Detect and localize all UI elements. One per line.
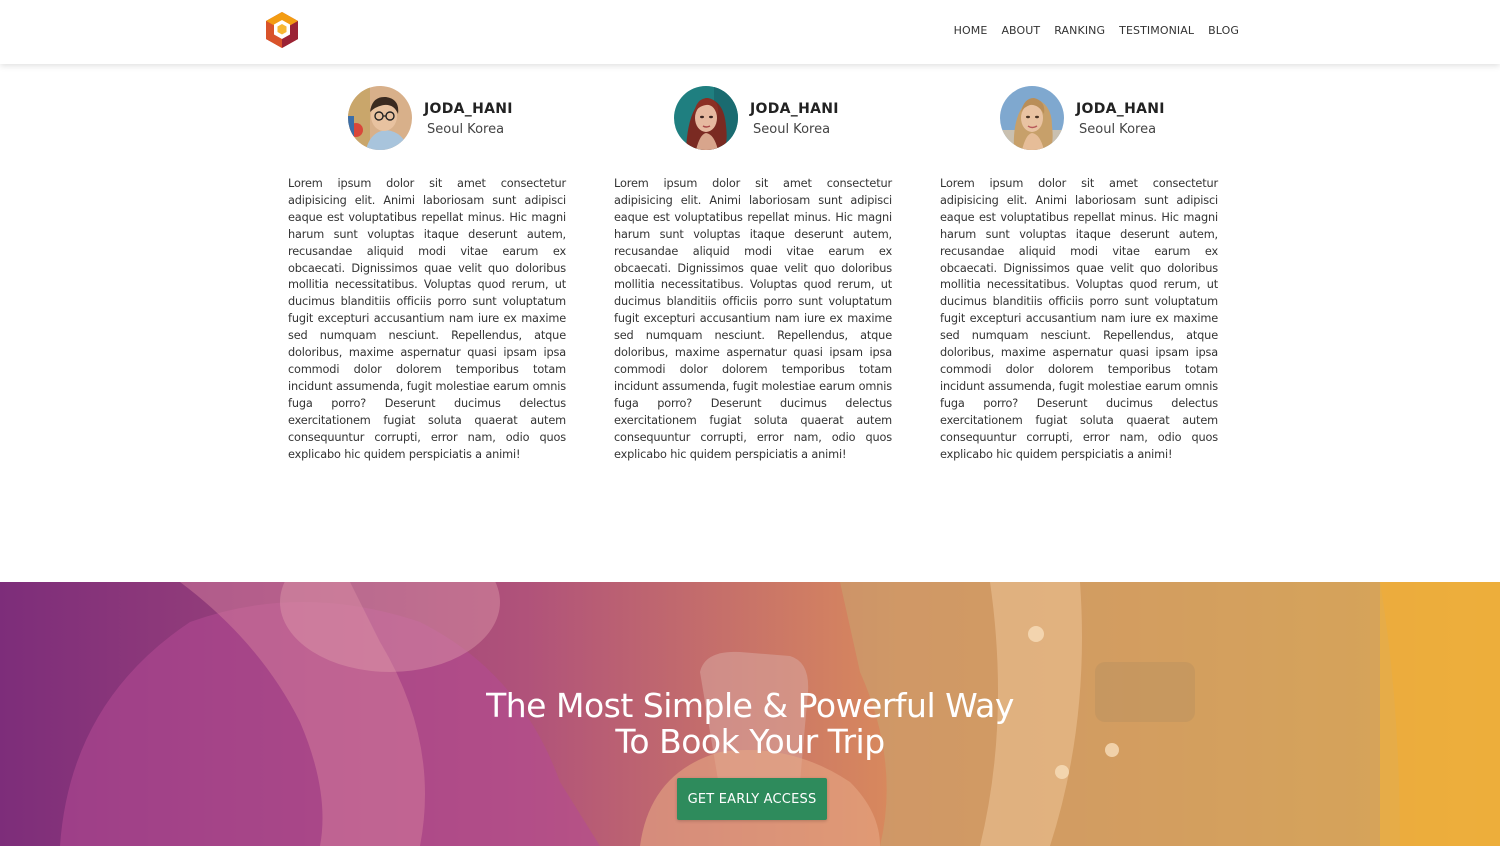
testimonial-name: JODA_HANI — [1076, 101, 1165, 117]
site-header: HOME ABOUT RANKING TESTIMONIAL BLOG — [0, 0, 1500, 64]
nav-ranking[interactable]: RANKING — [1054, 24, 1105, 37]
testimonial-text: Lorem ipsum dolor sit amet consectetur a… — [940, 177, 1218, 461]
testimonial-location: Seoul Korea — [1079, 122, 1157, 137]
testimonials-section: JODA_HANI Seoul Korea Lorem ipsum dolor … — [288, 86, 1218, 466]
get-early-access-button[interactable]: GET EARLY ACCESS — [677, 778, 827, 820]
avatar-woman-blonde-icon — [1000, 86, 1064, 150]
testimonial-location: Seoul Korea — [427, 122, 505, 137]
nav-blog[interactable]: BLOG — [1208, 24, 1239, 37]
hero-title-line1: The Most Simple & Powerful Way — [486, 686, 1014, 725]
avatar — [674, 86, 738, 150]
hero-title-line2: To Book Your Trip — [615, 722, 885, 761]
testimonial-card: JODA_HANI Seoul Korea Lorem ipsum dolor … — [288, 86, 566, 463]
testimonial-name: JODA_HANI — [750, 101, 839, 117]
hero-banner: The Most Simple & Powerful Way To Book Y… — [0, 582, 1500, 846]
testimonial-header: JODA_HANI Seoul Korea — [614, 86, 892, 152]
nav-testimonial[interactable]: TESTIMONIAL — [1119, 24, 1194, 37]
testimonial-header: JODA_HANI Seoul Korea — [940, 86, 1218, 152]
testimonial-card: JODA_HANI Seoul Korea Lorem ipsum dolor … — [940, 86, 1218, 463]
avatar — [348, 86, 412, 150]
hero-title: The Most Simple & Powerful Way To Book Y… — [0, 688, 1500, 760]
avatar-man-glasses-icon — [348, 86, 412, 150]
hexagon-logo-icon[interactable] — [264, 11, 300, 49]
nav-home[interactable]: HOME — [954, 24, 988, 37]
testimonial-location: Seoul Korea — [753, 122, 831, 137]
testimonial-card: JODA_HANI Seoul Korea Lorem ipsum dolor … — [614, 86, 892, 463]
testimonial-text: Lorem ipsum dolor sit amet consectetur a… — [614, 177, 892, 461]
testimonial-name: JODA_HANI — [424, 101, 513, 117]
testimonial-text: Lorem ipsum dolor sit amet consectetur a… — [288, 177, 566, 461]
nav-about[interactable]: ABOUT — [1001, 24, 1040, 37]
avatar — [1000, 86, 1064, 150]
main-nav: HOME ABOUT RANKING TESTIMONIAL BLOG — [940, 24, 1239, 37]
avatar-woman-redhair-icon — [674, 86, 738, 150]
testimonial-header: JODA_HANI Seoul Korea — [288, 86, 566, 152]
